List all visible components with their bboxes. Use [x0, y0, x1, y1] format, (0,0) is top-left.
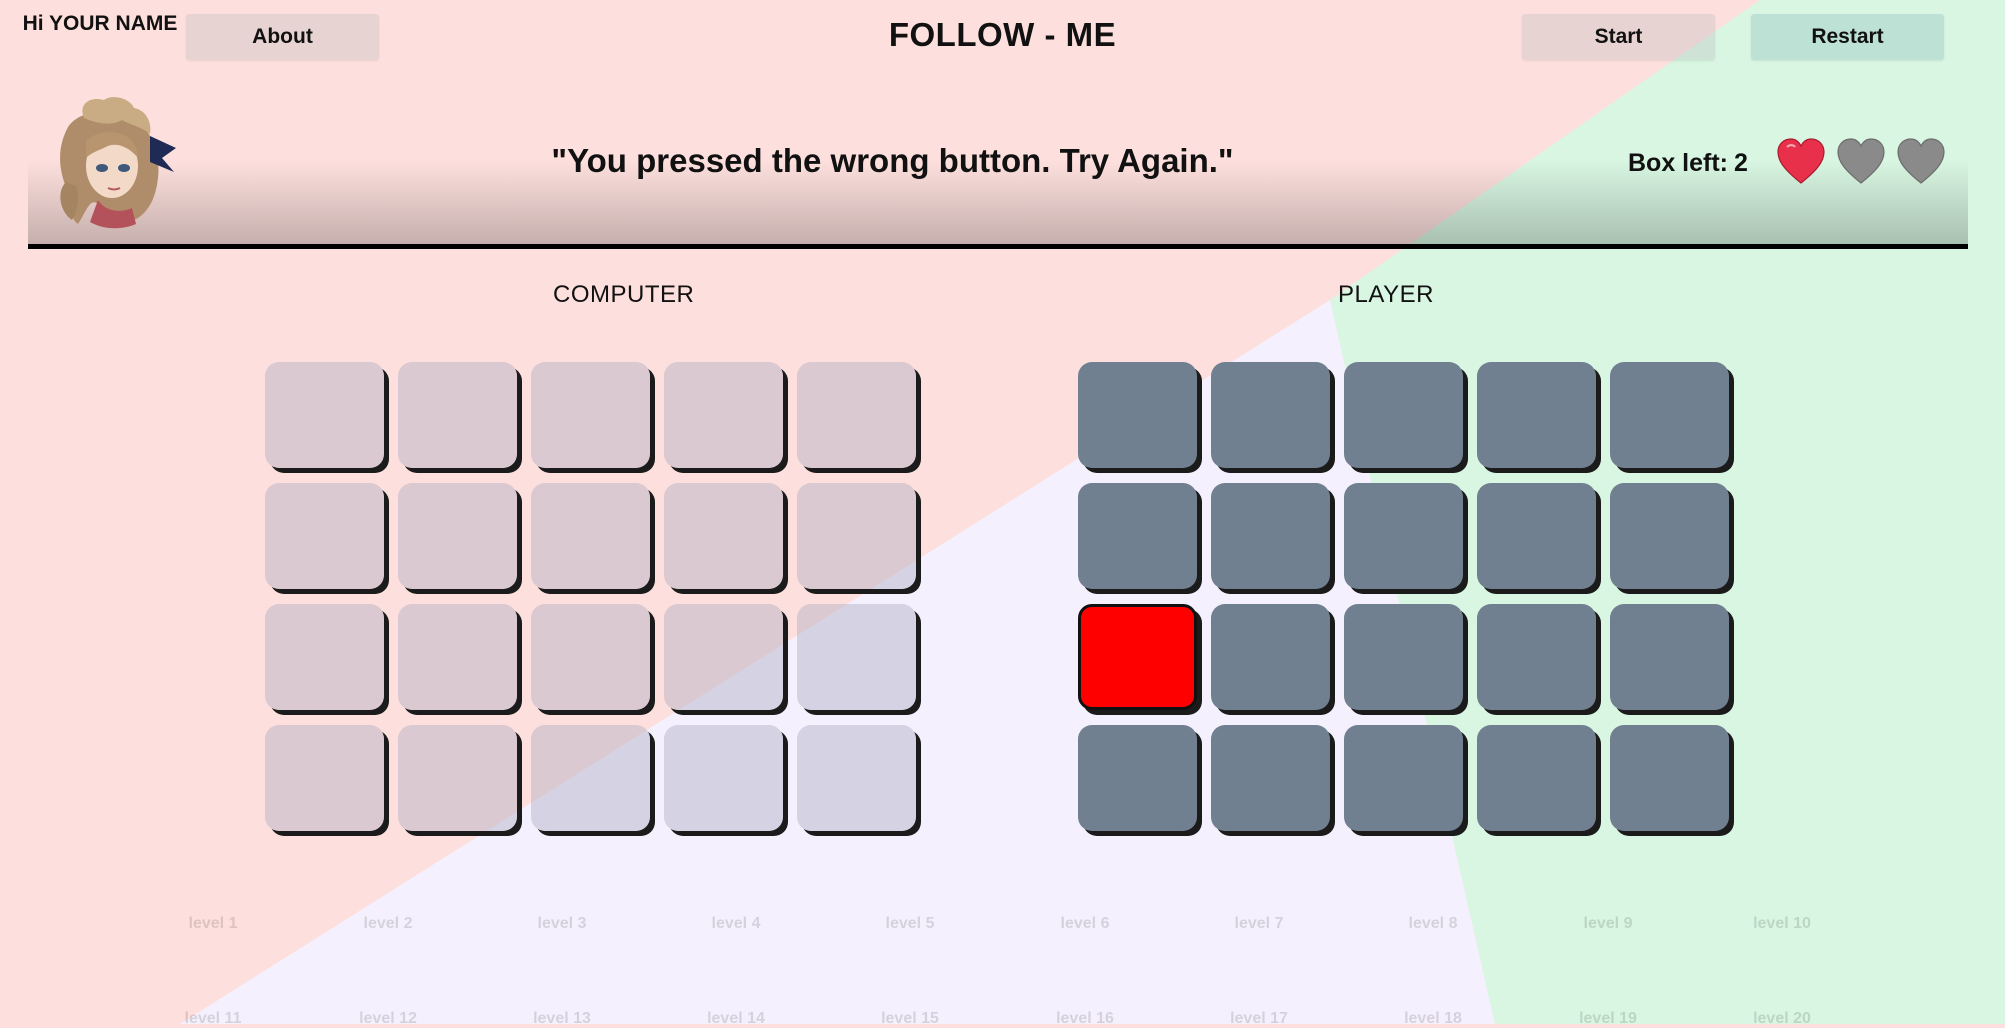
level-label[interactable]: level 7 — [1199, 915, 1319, 933]
heart-icon — [1777, 138, 1825, 184]
level-label[interactable]: level 15 — [850, 1010, 970, 1028]
level-label[interactable]: level 2 — [328, 915, 448, 933]
level-label[interactable]: level 18 — [1373, 1010, 1493, 1028]
computer-tile — [531, 362, 650, 468]
computer-tile — [265, 483, 384, 589]
player-tile[interactable] — [1477, 362, 1596, 468]
computer-tile — [664, 604, 783, 710]
computer-grid — [265, 362, 916, 831]
lives-indicator — [1776, 138, 1946, 186]
level-label[interactable]: level 4 — [676, 915, 796, 933]
computer-tile — [664, 725, 783, 831]
player-tile[interactable] — [1477, 604, 1596, 710]
level-label[interactable]: level 20 — [1722, 1010, 1842, 1028]
player-tile[interactable] — [1211, 725, 1330, 831]
computer-grid-label: COMPUTER — [553, 281, 695, 308]
computer-tile — [664, 362, 783, 468]
computer-tile — [265, 725, 384, 831]
player-grid-label: PLAYER — [1338, 281, 1434, 308]
player-tile[interactable] — [1344, 362, 1463, 468]
computer-tile — [797, 362, 916, 468]
computer-tile — [531, 483, 650, 589]
computer-tile — [797, 483, 916, 589]
level-label[interactable]: level 8 — [1373, 915, 1493, 933]
level-label[interactable]: level 16 — [1025, 1010, 1145, 1028]
level-label[interactable]: level 1 — [153, 915, 273, 933]
computer-tile — [398, 725, 517, 831]
restart-button[interactable]: Restart — [1751, 14, 1944, 60]
level-label[interactable]: level 12 — [328, 1010, 448, 1028]
level-label[interactable]: level 13 — [502, 1010, 622, 1028]
level-label[interactable]: level 6 — [1025, 915, 1145, 933]
computer-tile — [797, 725, 916, 831]
heart-icon — [1837, 138, 1885, 184]
computer-tile — [398, 362, 517, 468]
computer-tile — [531, 604, 650, 710]
computer-tile — [398, 604, 517, 710]
player-tile[interactable] — [1610, 362, 1729, 468]
player-tile[interactable] — [1610, 604, 1729, 710]
computer-tile — [265, 362, 384, 468]
start-button[interactable]: Start — [1522, 14, 1715, 60]
player-grid — [1078, 362, 1729, 831]
player-tile[interactable] — [1344, 604, 1463, 710]
level-label[interactable]: level 11 — [153, 1010, 273, 1028]
player-tile[interactable] — [1477, 483, 1596, 589]
computer-tile — [398, 483, 517, 589]
level-label[interactable]: level 17 — [1199, 1010, 1319, 1028]
player-tile[interactable] — [1477, 725, 1596, 831]
level-label[interactable]: level 14 — [676, 1010, 796, 1028]
computer-tile — [797, 604, 916, 710]
computer-tile — [265, 604, 384, 710]
status-message: "You pressed the wrong button. Try Again… — [551, 142, 1234, 179]
player-tile[interactable] — [1610, 483, 1729, 589]
player-tile-wrong[interactable] — [1078, 604, 1197, 710]
player-tile[interactable] — [1078, 362, 1197, 468]
level-label[interactable]: level 19 — [1548, 1010, 1668, 1028]
player-tile[interactable] — [1078, 725, 1197, 831]
boxes-remaining-label: Box left: — [1628, 149, 1728, 177]
boxes-remaining: Box left: 2 — [1628, 149, 1748, 178]
computer-tile — [531, 725, 650, 831]
player-tile[interactable] — [1344, 725, 1463, 831]
player-tile[interactable] — [1211, 362, 1330, 468]
level-label[interactable]: level 3 — [502, 915, 622, 933]
level-label[interactable]: level 10 — [1722, 915, 1842, 933]
player-tile[interactable] — [1211, 483, 1330, 589]
heart-icon — [1897, 138, 1945, 184]
level-label[interactable]: level 5 — [850, 915, 970, 933]
level-label[interactable]: level 9 — [1548, 915, 1668, 933]
player-tile[interactable] — [1344, 483, 1463, 589]
player-tile[interactable] — [1078, 483, 1197, 589]
computer-tile — [664, 483, 783, 589]
player-tile[interactable] — [1211, 604, 1330, 710]
boxes-remaining-value: 2 — [1734, 149, 1748, 177]
player-tile[interactable] — [1610, 725, 1729, 831]
